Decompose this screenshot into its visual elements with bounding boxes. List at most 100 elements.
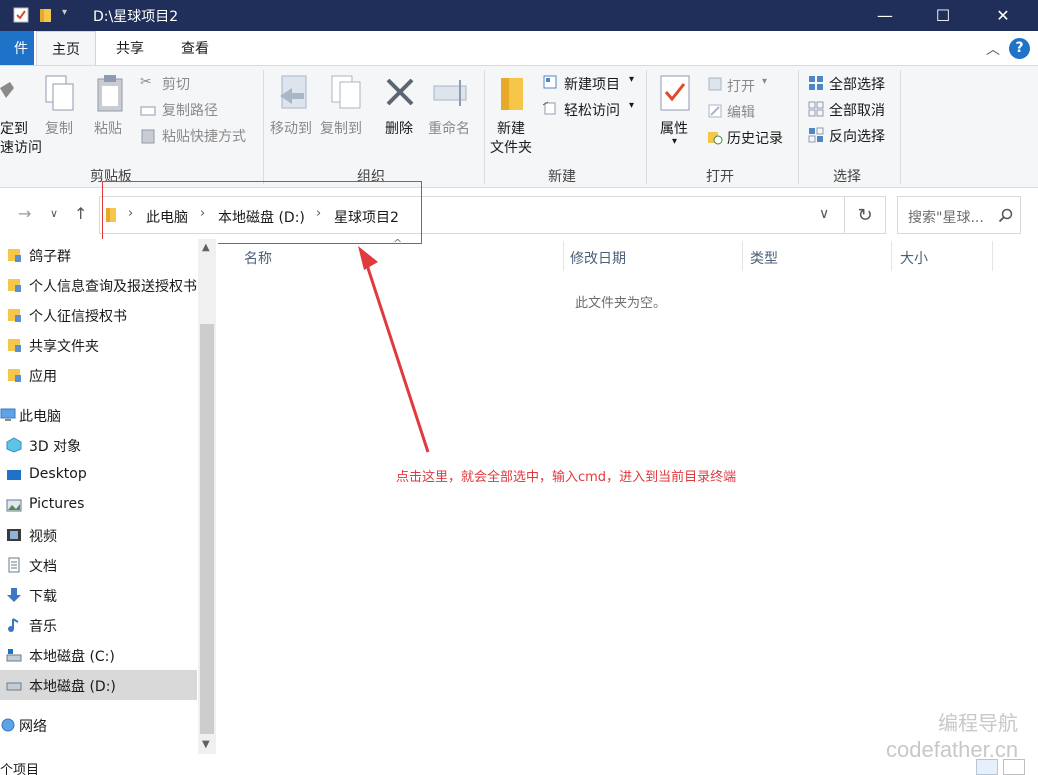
nav-item-label: 应用 [29, 369, 57, 385]
column-divider[interactable] [742, 241, 743, 271]
nav-item-apps[interactable]: 应用 [0, 360, 197, 390]
nav-item-this-pc[interactable]: 此电脑 [0, 400, 197, 430]
nav-item-shared-folder[interactable]: 共享文件夹 [0, 330, 197, 360]
up-arrow-icon[interactable]: ↑ [74, 204, 87, 223]
group-divider [798, 70, 799, 184]
tab-share[interactable]: 共享 [116, 38, 144, 58]
refresh-button[interactable]: ↻ [845, 196, 886, 234]
nav-item-credit-auth[interactable]: 个人征信授权书 [0, 300, 197, 330]
search-icon[interactable] [998, 208, 1013, 223]
column-header-name[interactable]: 名称 [244, 248, 272, 268]
tab-file[interactable]: 件 [0, 31, 34, 65]
cut-icon: ✂ [140, 74, 152, 90]
new-item-button[interactable]: 新建项目 [564, 74, 620, 94]
nav-item-network[interactable]: 网络 [0, 710, 197, 740]
quick-access-dropdown-icon[interactable]: ▾ [62, 7, 67, 18]
scroll-down-icon[interactable]: ▼ [202, 739, 210, 750]
nav-item-label: 网络 [19, 719, 47, 735]
address-dropdown-icon[interactable]: ∨ [819, 206, 829, 222]
music-icon [8, 618, 19, 632]
copy-path-button[interactable]: 复制路径 [162, 100, 218, 120]
tab-home[interactable]: 主页 [36, 31, 96, 66]
nav-item-label: 此电脑 [19, 409, 61, 425]
tab-view[interactable]: 查看 [181, 38, 209, 58]
nav-item-label: 视频 [29, 529, 57, 545]
column-header-date-modified[interactable]: 修改日期 [570, 248, 626, 268]
nav-item-label: 本地磁盘 (D:) [29, 679, 116, 695]
open-icon [708, 77, 722, 91]
help-button[interactable]: ? [1009, 38, 1030, 59]
highlight-box [102, 181, 422, 244]
nav-item-drive-d[interactable]: 本地磁盘 (D:) [0, 670, 197, 700]
easy-access-button[interactable]: 轻松访问 [564, 100, 620, 120]
rename-button[interactable]: 重命名 [428, 118, 470, 138]
copy-path-icon [140, 106, 156, 116]
nav-item-downloads[interactable]: 下载 [0, 580, 197, 610]
recent-locations-icon[interactable]: ∨ [50, 207, 58, 220]
invert-selection-button[interactable]: 反向选择 [829, 126, 885, 146]
nav-item-desktop[interactable]: Desktop [0, 460, 197, 490]
open-button[interactable]: 打开 [727, 76, 755, 96]
new-folder-quick-icon[interactable] [37, 6, 55, 24]
minimize-button[interactable]: — [862, 0, 908, 31]
edit-button[interactable]: 编辑 [727, 102, 755, 122]
column-divider[interactable] [992, 241, 993, 271]
nav-item-label: 共享文件夹 [29, 339, 99, 355]
paste-icon [97, 75, 123, 112]
search-box[interactable]: 搜索"星球... [897, 196, 1021, 234]
column-header-size[interactable]: 大小 [900, 248, 928, 268]
new-item-dropdown-icon[interactable]: ▾ [629, 74, 634, 85]
properties-dropdown-icon[interactable]: ▾ [672, 136, 677, 147]
nav-item-label: 3D 对象 [29, 439, 82, 455]
copy-to-button[interactable]: 复制到 [320, 118, 362, 138]
nav-item-label: Desktop [29, 466, 87, 482]
desktop-icon [7, 470, 21, 480]
tab-home-label: 主页 [52, 42, 80, 58]
group-divider [900, 70, 901, 184]
open-dropdown-icon[interactable]: ▾ [762, 76, 767, 87]
close-button[interactable]: ✕ [980, 0, 1026, 31]
easy-access-dropdown-icon[interactable]: ▾ [629, 100, 634, 111]
properties-button[interactable]: 属性 [660, 118, 688, 138]
watermark-url: codefather.cn [886, 737, 1019, 762]
maximize-button[interactable]: ☐ [920, 0, 966, 31]
delete-button[interactable]: 删除 [385, 118, 413, 138]
pin-quick-access-button[interactable]: 定到 [0, 118, 28, 138]
pinned-folder-icon [8, 249, 21, 262]
nav-item-pigeon-group[interactable]: 鸽子群 [0, 240, 197, 270]
title-bar: ▾ D:\星球项目2 — ☐ ✕ [0, 0, 1038, 31]
nav-item-documents[interactable]: 文档 [0, 550, 197, 580]
copy-button[interactable]: 复制 [45, 118, 73, 138]
forward-arrow-icon[interactable]: → [18, 204, 31, 223]
scroll-up-icon[interactable]: ▲ [202, 242, 210, 253]
nav-item-music[interactable]: 音乐 [0, 610, 197, 640]
column-divider[interactable] [891, 241, 892, 271]
watermark-title: 编程导航 [938, 711, 1018, 735]
nav-scrollbar[interactable]: ▲ ▼ [198, 239, 216, 754]
nav-item-videos[interactable]: 视频 [0, 520, 197, 550]
move-to-button[interactable]: 移动到 [270, 118, 312, 138]
search-input[interactable]: 搜索"星球... [908, 207, 984, 227]
scrollbar-thumb[interactable] [200, 324, 214, 734]
pinned-folder-icon [8, 309, 21, 322]
nav-item-personal-info[interactable]: 个人信息查询及报送授权书 [0, 270, 197, 300]
nav-item-3d-objects[interactable]: 3D 对象 [0, 430, 197, 460]
annotation-arrow [358, 246, 430, 453]
nav-item-pictures[interactable]: Pictures [0, 490, 197, 520]
window-title: D:\星球项目2 [93, 9, 179, 25]
column-header-type[interactable]: 类型 [750, 248, 778, 268]
properties-quick-icon[interactable] [12, 6, 30, 24]
paste-shortcut-button[interactable]: 粘贴快捷方式 [162, 126, 246, 146]
collapse-ribbon-icon[interactable]: ︿ [986, 39, 1000, 59]
select-all-button[interactable]: 全部选择 [829, 74, 885, 94]
new-folder-button[interactable]: 新建 [497, 118, 525, 138]
pinned-folder-icon [8, 369, 21, 382]
history-button[interactable]: 历史记录 [727, 128, 783, 148]
group-divider [484, 70, 485, 184]
nav-item-label: Pictures [29, 496, 85, 512]
column-divider[interactable] [563, 241, 564, 271]
select-none-button[interactable]: 全部取消 [829, 100, 885, 120]
cut-button[interactable]: 剪切 [162, 74, 190, 94]
nav-item-drive-c[interactable]: 本地磁盘 (C:) [0, 640, 197, 670]
paste-button[interactable]: 粘贴 [94, 118, 122, 138]
